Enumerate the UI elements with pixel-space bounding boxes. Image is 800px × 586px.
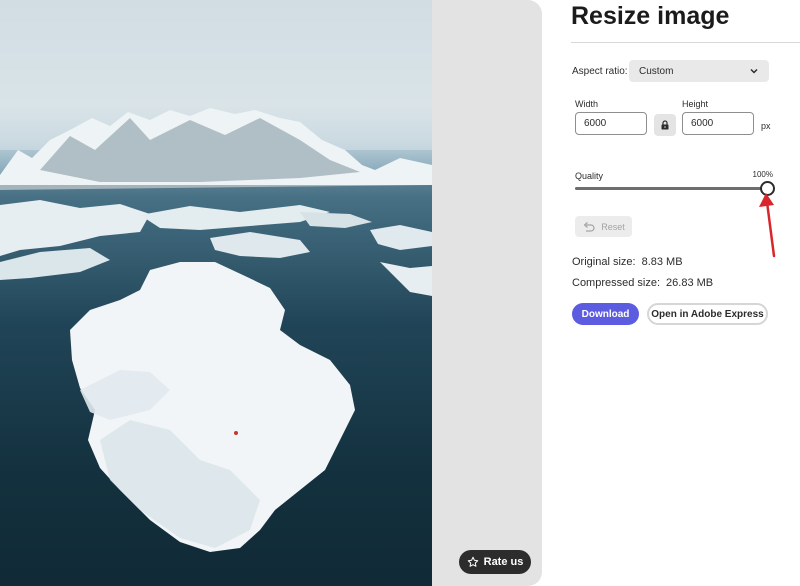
rate-us-button[interactable]: Rate us (459, 550, 531, 574)
open-in-adobe-express-button[interactable]: Open in Adobe Express (647, 303, 768, 325)
resize-panel: Resize image Aspect ratio: Custom Width … (571, 0, 800, 586)
quality-label: Quality (575, 171, 604, 181)
landscape-illustration (0, 0, 432, 586)
download-button[interactable]: Download (572, 303, 639, 325)
rate-us-label: Rate us (483, 556, 524, 568)
width-input[interactable] (575, 112, 647, 135)
lock-icon (661, 120, 669, 130)
compressed-size-label: Compressed size: (572, 277, 661, 289)
title-divider (571, 42, 800, 43)
lock-aspect-button[interactable] (654, 114, 676, 136)
original-size-label: Original size: (572, 256, 636, 268)
width-label: Width (575, 99, 599, 109)
quality-value: 100% (752, 170, 773, 179)
chevron-down-icon (750, 68, 758, 74)
aspect-ratio-value: Custom (639, 65, 674, 77)
undo-icon (584, 221, 595, 232)
compressed-size-value: 26.83 MB (666, 277, 714, 289)
aspect-ratio-label: Aspect ratio: (572, 66, 628, 77)
height-input[interactable] (682, 112, 754, 135)
reset-button[interactable]: Reset (575, 216, 632, 237)
preview-image (0, 0, 432, 586)
quality-slider[interactable] (575, 181, 775, 196)
height-label: Height (682, 99, 709, 109)
compressed-size: Compressed size: 26.83 MB (572, 277, 713, 289)
unit-label: px (761, 121, 771, 131)
star-icon (467, 556, 478, 567)
original-size: Original size: 8.83 MB (572, 256, 683, 268)
quality-slider-fill (575, 187, 767, 190)
reset-label: Reset (601, 221, 625, 232)
annotation-arrow-icon (759, 193, 776, 258)
original-size-value: 8.83 MB (641, 256, 683, 268)
page-title: Resize image (571, 2, 730, 30)
preview-panel: Rate us (0, 0, 542, 586)
aspect-ratio-select[interactable]: Custom (629, 60, 769, 82)
